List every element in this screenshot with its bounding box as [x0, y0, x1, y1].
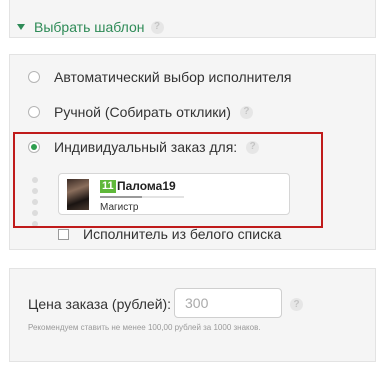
drag-dot — [32, 221, 38, 227]
performer-card[interactable]: 11 Палома19 Магистр — [58, 173, 290, 215]
option-individual-label: Индивидуальный заказ для: — [54, 139, 238, 155]
drag-dot — [32, 177, 38, 183]
caret-down-icon — [17, 24, 25, 30]
performer-rank: Магистр — [100, 202, 139, 213]
avatar — [67, 179, 89, 210]
drag-dot — [32, 210, 38, 216]
price-input[interactable] — [174, 288, 282, 318]
whitelist-option[interactable]: Исполнитель из белого списка — [58, 226, 281, 242]
price-recommendation: Рекомендуем ставить не менее 100,00 рубл… — [28, 323, 261, 332]
drag-handle[interactable] — [32, 177, 38, 232]
help-icon[interactable]: ? — [290, 298, 303, 311]
option-automatic-label: Автоматический выбор исполнителя — [54, 69, 292, 85]
level-progress-fill — [100, 196, 142, 198]
choose-template-toggle[interactable]: Выбрать шаблон ? — [17, 17, 164, 37]
level-badge: 11 — [100, 180, 116, 193]
radio-manual[interactable] — [28, 106, 40, 118]
level-progress-bar — [100, 196, 184, 198]
drag-dot — [32, 188, 38, 194]
help-icon[interactable]: ? — [239, 105, 253, 119]
whitelist-checkbox[interactable] — [58, 228, 69, 240]
help-icon[interactable]: ? — [150, 20, 164, 34]
radio-individual[interactable] — [28, 141, 40, 153]
choose-template-label: Выбрать шаблон — [34, 19, 145, 35]
performer-name[interactable]: Палома19 — [117, 179, 176, 193]
price-label: Цена заказа (рублей): — [28, 296, 172, 312]
drag-dot — [32, 199, 38, 205]
option-automatic[interactable]: Автоматический выбор исполнителя — [28, 69, 292, 85]
radio-automatic[interactable] — [28, 71, 40, 83]
option-manual[interactable]: Ручной (Собирать отклики) ? — [28, 104, 253, 120]
option-manual-label: Ручной (Собирать отклики) — [54, 104, 231, 120]
whitelist-label: Исполнитель из белого списка — [83, 226, 282, 242]
option-individual[interactable]: Индивидуальный заказ для: ? — [28, 139, 260, 155]
help-icon[interactable]: ? — [246, 140, 260, 154]
